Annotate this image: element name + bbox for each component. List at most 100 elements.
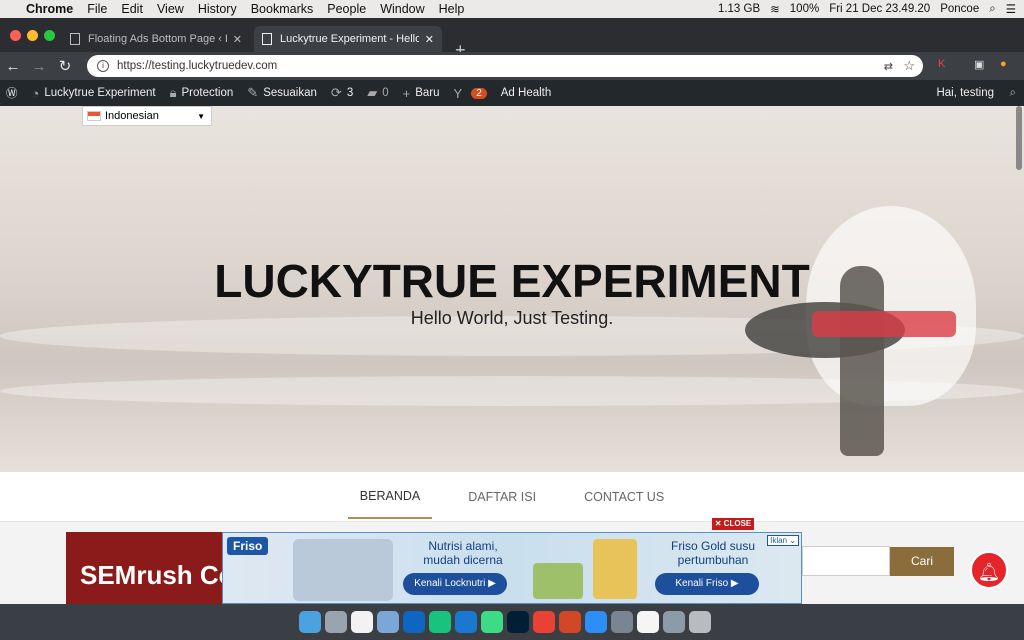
language-label: Indonesian <box>105 110 159 122</box>
refresh-icon: ⟳ <box>330 85 342 100</box>
chrome-toolbar: ← → ↻ i https://testing.luckytruedev.com… <box>0 52 1024 80</box>
maximize-window-icon[interactable] <box>44 30 55 41</box>
trash-icon[interactable] <box>689 611 711 633</box>
memory-status[interactable]: 1.13 GB <box>718 3 760 15</box>
bookmark-star-icon[interactable]: ☆ <box>903 58 915 74</box>
hero-banner: Indonesian ▼ LUCKYTRUE EXPERIMENT Hello … <box>0 106 1024 472</box>
menu-window[interactable]: Window <box>380 2 424 16</box>
android-studio-icon[interactable] <box>481 611 503 633</box>
search-icon[interactable]: ⌕ <box>1010 87 1016 100</box>
greeting-link[interactable]: Hai, testing <box>936 87 994 99</box>
notification-icon[interactable]: ☰ <box>1006 2 1016 16</box>
nav-beranda[interactable]: BERANDA <box>347 475 433 519</box>
updates-link[interactable]: ⟳ 3 <box>331 85 353 101</box>
yoast-link[interactable]: Y2 <box>454 86 487 101</box>
translate-icon[interactable]: ⇄ <box>884 60 893 73</box>
wifi-icon[interactable]: ≋ <box>770 2 780 16</box>
extension-orange-icon[interactable]: ● <box>1000 58 1007 70</box>
chrome-tabbar: Floating Ads Bottom Page ‹ Lu ✕ Luckytru… <box>0 18 1024 60</box>
close-tab-icon[interactable]: ✕ <box>233 33 242 46</box>
forward-icon[interactable]: → <box>26 58 52 75</box>
floating-ad-banner[interactable]: Friso Nutrisi alami, mudah dicerna Kenal… <box>222 532 802 604</box>
ad-health-link[interactable]: Ad Health <box>501 87 552 99</box>
search-input[interactable] <box>802 546 890 576</box>
xcode-icon[interactable] <box>455 611 477 633</box>
comments-link[interactable]: ▰ 0 <box>367 85 388 101</box>
tab-label: Floating Ads Bottom Page ‹ Lu <box>88 33 227 45</box>
lock-icon: 🔒︎ <box>169 85 177 100</box>
spotlight-icon[interactable]: ⌕ <box>989 3 995 16</box>
menu-edit[interactable]: Edit <box>121 2 143 16</box>
yoast-icon: Y <box>453 85 463 101</box>
launchpad-icon[interactable] <box>325 611 347 633</box>
url-text[interactable]: https://testing.luckytruedev.com <box>117 60 277 72</box>
protection-link[interactable]: 🔒︎ Protection <box>170 85 234 101</box>
trello-icon[interactable] <box>403 611 425 633</box>
comment-icon: ▰ <box>367 85 378 100</box>
extension-k-icon[interactable]: K <box>938 58 945 70</box>
scrollbar[interactable] <box>1016 106 1022 170</box>
page-icon <box>70 33 80 45</box>
powerpoint-icon[interactable] <box>559 611 581 633</box>
info-icon[interactable]: i <box>97 60 109 72</box>
ad-button-locknutri[interactable]: Kenali Locknutri ▶ <box>403 573 507 595</box>
tab-floating-ads[interactable]: Floating Ads Bottom Page ‹ Lu ✕ <box>62 26 250 52</box>
extension-icon[interactable]: ▣ <box>974 58 984 71</box>
opera-icon[interactable] <box>637 611 659 633</box>
site-title[interactable]: LUCKYTRUE EXPERIMENT <box>0 254 1024 308</box>
menu-help[interactable]: Help <box>439 2 465 16</box>
brush-icon: ✎ <box>247 85 259 100</box>
ad-button-friso[interactable]: Kenali Friso ▶ <box>655 573 759 595</box>
menu-app[interactable]: Chrome <box>26 2 73 16</box>
reload-icon[interactable]: ↻ <box>52 57 78 75</box>
menu-history[interactable]: History <box>198 2 237 16</box>
clock[interactable]: Fri 21 Dec 23.49.20 <box>829 3 930 15</box>
site-name-link[interactable]: ◔ Luckytrue Experiment <box>32 86 156 101</box>
clion-icon[interactable] <box>429 611 451 633</box>
mac-menubar: Chrome File Edit View History Bookmarks … <box>0 0 1024 18</box>
tab-label: Luckytrue Experiment - Hello W <box>280 33 419 45</box>
tab-luckytrue[interactable]: Luckytrue Experiment - Hello W ✕ <box>254 26 442 52</box>
close-tab-icon[interactable]: ✕ <box>425 33 434 46</box>
page-icon <box>262 33 272 45</box>
address-bar[interactable]: i https://testing.luckytruedev.com ⇄ ☆ <box>87 55 923 77</box>
chrome-icon[interactable] <box>533 611 555 633</box>
sublime-icon[interactable] <box>351 611 373 633</box>
safari-icon[interactable] <box>585 611 607 633</box>
menu-file[interactable]: File <box>87 2 107 16</box>
virtualbox-icon[interactable] <box>377 611 399 633</box>
mac-dock <box>293 604 731 640</box>
ad-product-can <box>593 539 637 599</box>
back-icon[interactable]: ← <box>0 58 26 75</box>
new-link[interactable]: + Baru <box>403 86 440 101</box>
ad-label[interactable]: Iklan ⌄ <box>767 535 799 546</box>
finder-icon[interactable] <box>299 611 321 633</box>
wordpress-icon[interactable]: Ⓦ <box>6 85 18 101</box>
menu-bookmarks[interactable]: Bookmarks <box>251 2 314 16</box>
nav-daftar-isi[interactable]: DAFTAR ISI <box>456 476 548 518</box>
ad-tagline-2: Friso Gold susu pertumbuhan <box>670 539 756 567</box>
language-select[interactable]: Indonesian ▼ <box>82 106 212 126</box>
folder-icon[interactable] <box>611 611 633 633</box>
battery-status[interactable]: 100% <box>790 3 819 15</box>
menu-view[interactable]: View <box>157 2 184 16</box>
ad-close-button[interactable]: ✕ CLOSE <box>712 518 754 530</box>
minimize-window-icon[interactable] <box>27 30 38 41</box>
user-name[interactable]: Poncoe <box>940 3 979 15</box>
dashboard-icon: ◔ <box>31 85 40 101</box>
notification-bell-icon[interactable]: 🔔︎ <box>970 551 1008 589</box>
search-button[interactable]: Cari <box>890 547 954 576</box>
plus-icon: + <box>402 85 411 101</box>
nav-contact-us[interactable]: CONTACT US <box>572 476 676 518</box>
main-nav: BERANDA DAFTAR ISI CONTACT US <box>0 472 1024 522</box>
downloads-icon[interactable] <box>663 611 685 633</box>
photoshop-icon[interactable] <box>507 611 529 633</box>
menu-people[interactable]: People <box>327 2 366 16</box>
status-area: 1.13 GB ≋ 100% Fri 21 Dec 23.49.20 Ponco… <box>708 0 1016 18</box>
close-window-icon[interactable] <box>10 30 21 41</box>
semrush-ad[interactable]: SEMrush Co <box>66 532 222 604</box>
yoast-badge: 2 <box>471 87 487 99</box>
customize-link[interactable]: ✎ Sesuaikan <box>247 85 317 101</box>
ad-cow-image <box>533 563 583 599</box>
ad-photo <box>293 539 393 601</box>
